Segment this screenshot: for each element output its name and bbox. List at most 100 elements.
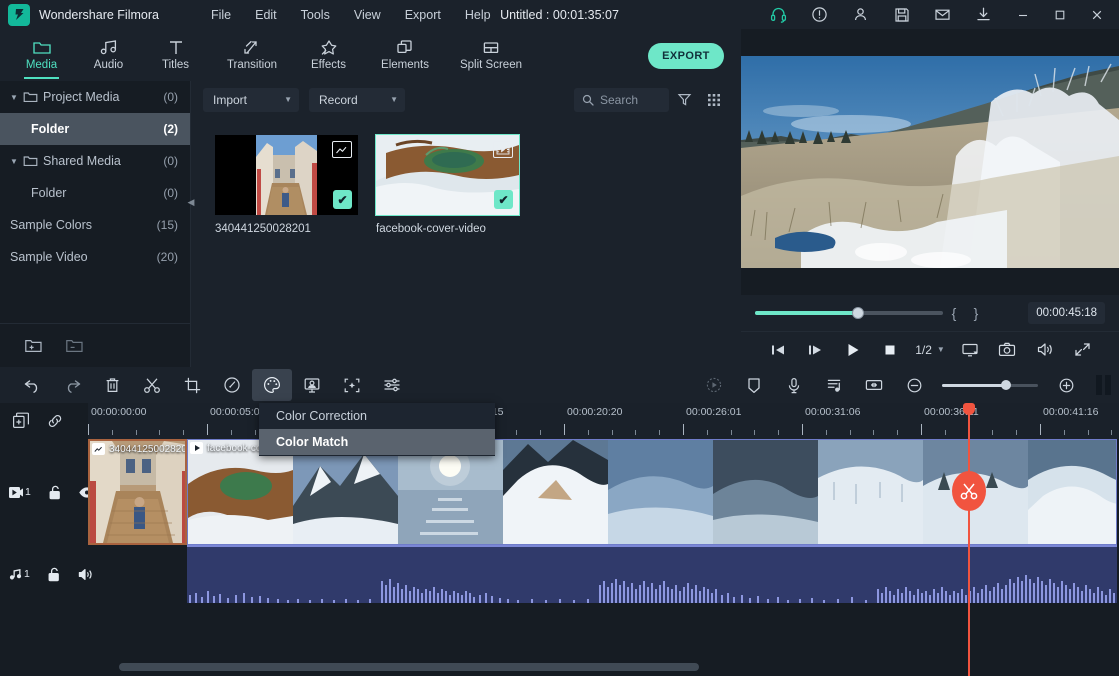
search-box[interactable] bbox=[574, 88, 669, 112]
screen-snapshot-icon[interactable] bbox=[951, 332, 989, 368]
render-preview-icon[interactable] bbox=[694, 369, 734, 401]
fullscreen-icon[interactable] bbox=[1063, 332, 1101, 368]
save-icon[interactable] bbox=[881, 0, 922, 29]
ruler-tick bbox=[516, 430, 517, 435]
audio-detach-icon[interactable] bbox=[814, 369, 854, 401]
audio-mixer-icon[interactable] bbox=[372, 369, 412, 401]
timeline-hscroll-thumb[interactable] bbox=[119, 663, 699, 671]
redo-icon[interactable] bbox=[52, 369, 92, 401]
fit-timeline-icon[interactable] bbox=[854, 369, 894, 401]
chevron-down-icon[interactable]: ▼ bbox=[10, 157, 23, 166]
camera-snapshot-icon[interactable] bbox=[988, 332, 1026, 368]
media-thumbnail[interactable]: ✔ bbox=[215, 135, 358, 215]
menu-help[interactable]: Help bbox=[453, 4, 503, 26]
tab-audio-label: Audio bbox=[94, 59, 123, 71]
menu-tools[interactable]: Tools bbox=[289, 4, 342, 26]
marker-icon[interactable] bbox=[734, 369, 774, 401]
undo-icon[interactable] bbox=[12, 369, 52, 401]
progress-handle[interactable] bbox=[852, 307, 864, 319]
headset-support-icon[interactable] bbox=[758, 0, 799, 29]
menu-item-color-match[interactable]: Color Match bbox=[259, 429, 495, 455]
zoom-in-icon[interactable] bbox=[1046, 369, 1086, 401]
volume-icon[interactable] bbox=[1026, 332, 1064, 368]
search-input[interactable] bbox=[600, 93, 661, 107]
timeline-audio-clip[interactable] bbox=[187, 545, 1117, 603]
record-dropdown[interactable]: Record ▼ bbox=[309, 88, 405, 112]
link-chain-icon[interactable] bbox=[46, 413, 64, 429]
stop-icon[interactable] bbox=[872, 332, 910, 368]
download-icon[interactable] bbox=[963, 0, 1004, 29]
tab-audio[interactable]: Audio bbox=[75, 29, 142, 81]
timeline-hscroll-rail[interactable] bbox=[88, 658, 1119, 676]
media-checked-badge[interactable]: ✔ bbox=[494, 190, 513, 209]
add-track-icon[interactable] bbox=[12, 412, 30, 430]
media-item-image[interactable]: ✔ 340441250028201 bbox=[215, 135, 358, 235]
preview-timecode[interactable]: 00:00:45:18 bbox=[1028, 302, 1105, 324]
green-screen-icon[interactable] bbox=[292, 369, 332, 401]
tab-effects[interactable]: Effects bbox=[295, 29, 362, 81]
prev-frame-icon[interactable] bbox=[759, 332, 797, 368]
timeline-clip-image[interactable]: 340441250028201 bbox=[88, 439, 187, 545]
zoom-handle[interactable] bbox=[1001, 380, 1011, 390]
unlock-icon[interactable] bbox=[47, 567, 61, 582]
color-palette-icon[interactable] bbox=[252, 369, 292, 401]
crop-icon[interactable] bbox=[172, 369, 212, 401]
export-button[interactable]: EXPORT bbox=[648, 43, 724, 69]
new-folder-icon[interactable] bbox=[24, 338, 43, 354]
sidebar-item-project-media[interactable]: ▼ Project Media (0) bbox=[0, 81, 190, 113]
mark-out-button[interactable]: } bbox=[965, 305, 987, 321]
info-alert-icon[interactable] bbox=[799, 0, 840, 29]
minimize-icon[interactable] bbox=[1004, 0, 1041, 29]
maximize-icon[interactable] bbox=[1041, 0, 1078, 29]
ruler-tick bbox=[802, 424, 803, 435]
sidebar-item-sample-colors[interactable]: Sample Colors (15) bbox=[0, 209, 190, 241]
user-account-icon[interactable] bbox=[840, 0, 881, 29]
sidebar-item-shared-media[interactable]: ▼ Shared Media (0) bbox=[0, 145, 190, 177]
menu-edit[interactable]: Edit bbox=[243, 4, 289, 26]
media-item-video[interactable]: ✔ facebook-cover-video bbox=[376, 135, 519, 235]
remove-folder-icon[interactable] bbox=[65, 338, 84, 354]
filter-funnel-icon[interactable] bbox=[669, 88, 699, 112]
media-thumbnail[interactable]: ✔ bbox=[376, 135, 519, 215]
import-dropdown[interactable]: Import ▼ bbox=[203, 88, 299, 112]
preview-progress-slider[interactable] bbox=[755, 311, 943, 315]
unlock-icon[interactable] bbox=[48, 485, 62, 500]
menu-item-color-correction[interactable]: Color Correction bbox=[259, 403, 495, 429]
tab-media[interactable]: Media bbox=[8, 29, 75, 81]
sidebar-item-sample-video[interactable]: Sample Video (20) bbox=[0, 241, 190, 273]
ruler-tick bbox=[540, 430, 541, 435]
collapse-panel-arrow-icon[interactable]: ◀ bbox=[185, 188, 197, 216]
mail-icon[interactable] bbox=[922, 0, 963, 29]
speed-gauge-icon[interactable] bbox=[212, 369, 252, 401]
chevron-down-icon[interactable]: ▼ bbox=[10, 93, 23, 102]
next-frame-icon[interactable] bbox=[797, 332, 835, 368]
sidebar-item-folder-project[interactable]: Folder (2) bbox=[0, 113, 190, 145]
close-icon[interactable] bbox=[1078, 0, 1115, 29]
zoom-out-icon[interactable] bbox=[894, 369, 934, 401]
split-scissors-icon[interactable] bbox=[132, 369, 172, 401]
preview-stage[interactable] bbox=[741, 29, 1119, 295]
menu-view[interactable]: View bbox=[342, 4, 393, 26]
voiceover-mic-icon[interactable] bbox=[774, 369, 814, 401]
media-checked-badge[interactable]: ✔ bbox=[333, 190, 352, 209]
motion-tracking-icon[interactable] bbox=[332, 369, 372, 401]
delete-trash-icon[interactable] bbox=[92, 369, 132, 401]
timeline-zoom-slider[interactable] bbox=[942, 384, 1038, 387]
playback-speed-dropdown[interactable]: 1/2 ▼ bbox=[909, 343, 951, 357]
mark-in-button[interactable]: { bbox=[943, 305, 965, 321]
tab-titles[interactable]: Titles bbox=[142, 29, 209, 81]
pause-bars-icon[interactable] bbox=[1096, 375, 1111, 395]
menu-export[interactable]: Export bbox=[393, 4, 453, 26]
timeline-ruler[interactable]: 00:00:00:0000:00:05:0500:00:10:1000:00:1… bbox=[88, 403, 1119, 439]
tab-elements[interactable]: Elements bbox=[362, 29, 448, 81]
tab-split-screen[interactable]: Split Screen bbox=[448, 29, 534, 81]
ruler-tick bbox=[255, 430, 256, 435]
split-scissors-icon[interactable] bbox=[952, 471, 986, 511]
sidebar-item-folder-shared[interactable]: Folder (0) bbox=[0, 177, 190, 209]
menu-file[interactable]: File bbox=[199, 4, 243, 26]
grid-view-icon[interactable] bbox=[699, 88, 729, 112]
tab-transition[interactable]: Transition bbox=[209, 29, 295, 81]
tab-transition-label: Transition bbox=[227, 59, 277, 71]
audio-track-lane[interactable] bbox=[88, 545, 1119, 603]
play-icon[interactable] bbox=[834, 332, 872, 368]
